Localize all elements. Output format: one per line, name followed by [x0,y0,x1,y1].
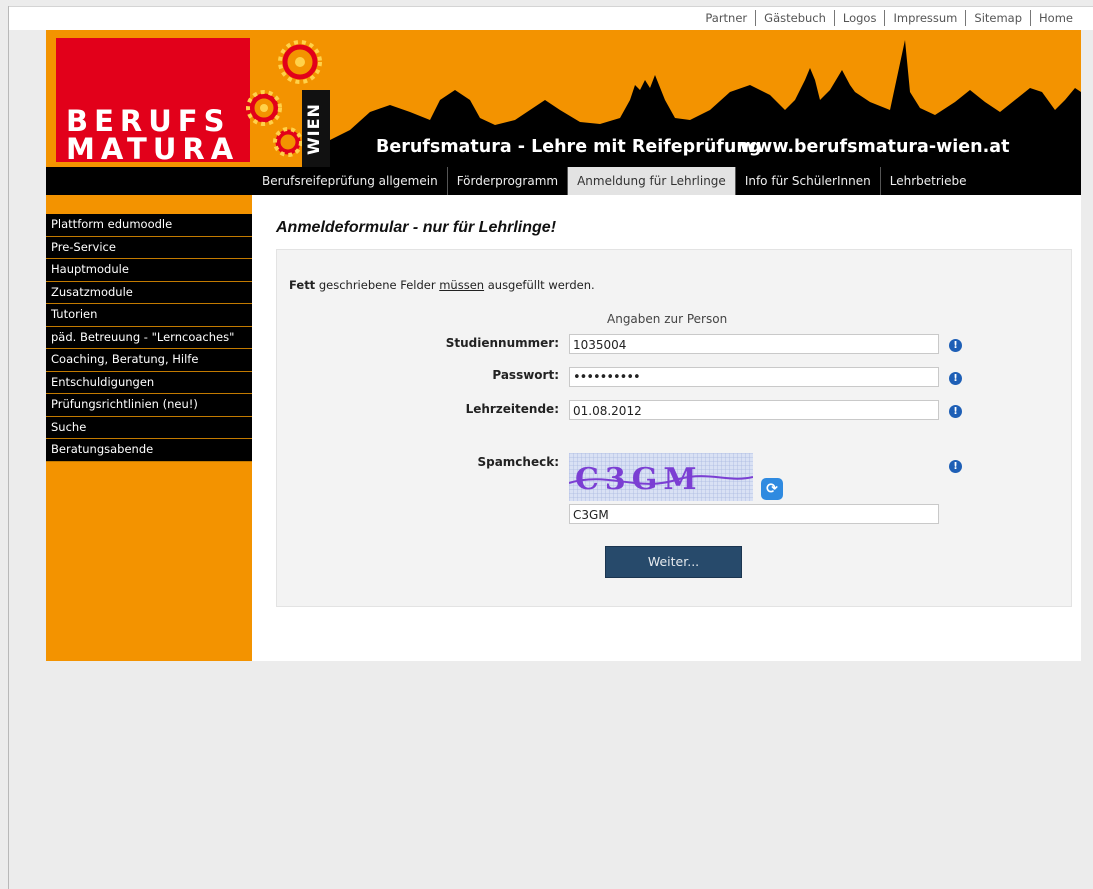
form-intro: Fett geschriebene Felder müssen ausgefül… [289,278,595,292]
info-icon[interactable]: ! [949,405,962,418]
spamcheck-label: Spamcheck: [477,455,559,469]
main-nav: Berufsreifeprüfung allgemein Förderprogr… [46,167,1081,195]
sidebar-item-pre-service[interactable]: Pre-Service [46,236,252,259]
top-link-home[interactable]: Home [1030,10,1081,26]
site-url: www.berufsmatura-wien.at [740,137,1010,157]
section-title: Angaben zur Person [607,312,728,326]
sidebar-item-suche[interactable]: Suche [46,416,252,439]
window-left-border [8,6,9,889]
main-content: Anmeldeformular - nur für Lehrlinge! Fet… [252,195,1081,661]
logo-line-2: MATURA [66,132,240,166]
sidebar-item-edumoodle[interactable]: Plattform edumoodle [46,214,252,237]
intro-text-1: geschriebene Felder [315,278,440,292]
top-nav: Partner Gästebuch Logos Impressum Sitema… [697,10,1081,26]
intro-bold: Fett [289,278,316,292]
sidebar-item-hauptmodule[interactable]: Hauptmodule [46,259,252,282]
nav-berufsreifepruefung[interactable]: Berufsreifeprüfung allgemein [253,167,447,195]
nav-info-schuelerinnen[interactable]: Info für SchülerInnen [734,167,880,195]
sidebar-item-zusatzmodule[interactable]: Zusatzmodule [46,281,252,304]
top-link-partner[interactable]: Partner [697,10,755,26]
info-icon[interactable]: ! [949,460,962,473]
sidebar-item-entschuldigungen[interactable]: Entschuldigungen [46,371,252,394]
passwort-label: Passwort: [492,368,559,382]
top-link-gaestebuch[interactable]: Gästebuch [755,10,834,26]
nav-anmeldung-lehrlinge[interactable]: Anmeldung für Lehrlinge [567,167,735,195]
lehrzeitende-label: Lehrzeitende: [465,402,559,416]
password-field[interactable]: •••••••••• [569,367,939,387]
captcha-input[interactable]: C3GM [569,504,939,524]
logo[interactable]: BERUFS MATURA [56,38,250,166]
sidebar-item-pruefungsrichtlinien[interactable]: Prüfungsrichtlinien (neu!) [46,394,252,417]
info-icon[interactable]: ! [949,339,962,352]
top-link-sitemap[interactable]: Sitemap [965,10,1030,26]
sidebar-item-coaching[interactable]: Coaching, Beratung, Hilfe [46,349,252,372]
weiter-button[interactable]: Weiter... [605,546,742,578]
refresh-captcha-icon[interactable]: ⟳ [761,478,783,500]
lehrzeitende-field[interactable]: 01.08.2012 [569,400,939,420]
intro-text-2: ausgefüllt werden. [484,278,595,292]
captcha-image: C3GM [569,453,753,501]
studiennummer-label: Studiennummer: [445,336,559,350]
top-link-impressum[interactable]: Impressum [884,10,965,26]
sidebar-item-lerncoaches[interactable]: päd. Betreuung - "Lerncoaches" [46,326,252,349]
info-icon[interactable]: ! [949,372,962,385]
header-banner: BERUFS MATURA WIEN Berufsmatura - Lehre … [46,30,1081,167]
studiennummer-field[interactable]: 1035004 [569,334,939,354]
sidebar: Plattform edumoodle Pre-Service Hauptmod… [46,195,252,661]
slogan: Berufsmatura - Lehre mit Reifeprüfung [376,137,762,157]
sidebar-item-beratungsabende[interactable]: Beratungsabende [46,439,252,462]
nav-lehrbetriebe[interactable]: Lehrbetriebe [879,167,976,195]
registration-form: Fett geschriebene Felder müssen ausgefül… [276,249,1072,607]
intro-underline: müssen [439,278,485,292]
nav-foerderprogramm[interactable]: Förderprogramm [446,167,567,195]
page-title: Anmeldeformular - nur für Lehrlinge! [276,219,557,236]
top-link-logos[interactable]: Logos [833,10,885,26]
city-label: WIEN [304,103,323,155]
sidebar-item-tutorien[interactable]: Tutorien [46,304,252,327]
